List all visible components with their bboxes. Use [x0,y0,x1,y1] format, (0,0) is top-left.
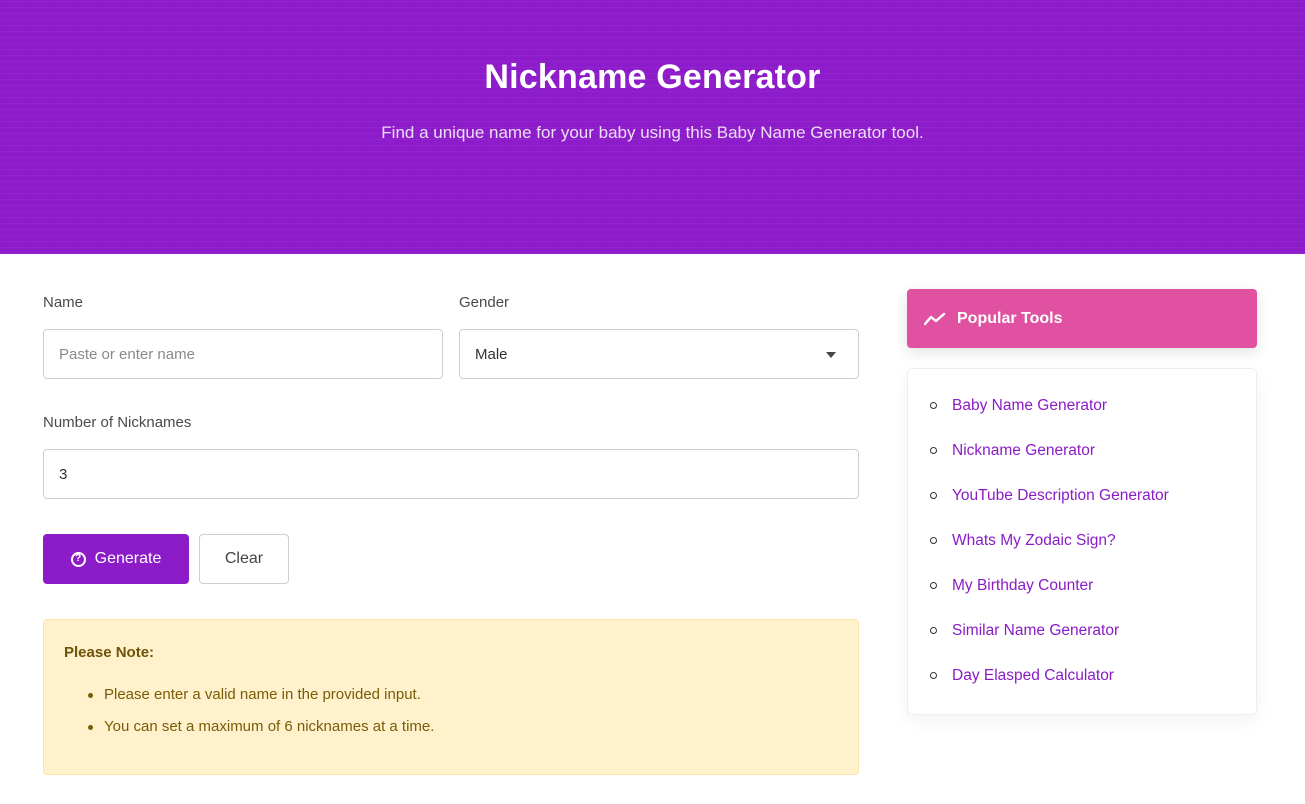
circle-bullet-icon [930,582,937,589]
circle-bullet-icon [930,492,937,499]
tool-link-similar-name-generator[interactable]: Similar Name Generator [952,619,1119,643]
tool-link-birthday-counter[interactable]: My Birthday Counter [952,574,1093,598]
note-item: You can set a maximum of 6 nicknames at … [88,716,434,748]
nickname-count-input[interactable]: 3 [43,449,859,499]
trending-line-icon [924,312,946,325]
gender-label: Gender [459,294,510,311]
name-input-placeholder: Paste or enter name [59,345,195,363]
popular-tools-list: Baby Name Generator Nickname Generator Y… [928,394,1169,709]
popular-tools-list-box: Baby Name Generator Nickname Generator Y… [907,368,1257,715]
list-item: Similar Name Generator [928,619,1169,664]
caret-down-icon [826,352,836,358]
note-box: Please Note: Please enter a valid name i… [43,619,859,775]
page-title: Nickname Generator [484,58,821,96]
note-list: Please enter a valid name in the provide… [88,684,434,748]
list-item: YouTube Description Generator [928,484,1169,529]
list-item: Whats My Zodaic Sign? [928,529,1169,574]
generate-button[interactable]: ? Generate [43,534,189,584]
generate-button-label: Generate [94,550,162,567]
name-input[interactable]: Paste or enter name [43,329,443,379]
nickname-count-value: 3 [59,465,68,483]
tool-link-zodiac-sign[interactable]: Whats My Zodaic Sign? [952,529,1116,553]
gender-select[interactable]: Male [459,329,859,379]
list-item: Baby Name Generator [928,394,1169,439]
help-circle-icon: ? [70,551,86,567]
list-item: My Birthday Counter [928,574,1169,619]
gender-selected-value: Male [475,345,508,363]
note-title: Please Note: [64,644,155,661]
list-item: Day Elasped Calculator [928,664,1169,709]
note-item: Please enter a valid name in the provide… [88,684,434,716]
name-label: Name [43,294,84,311]
count-label: Number of Nicknames [43,414,192,431]
hero-banner: Nickname Generator Find a unique name fo… [0,0,1305,254]
tool-link-baby-name-generator[interactable]: Baby Name Generator [952,394,1107,418]
circle-bullet-icon [930,627,937,634]
list-item: Nickname Generator [928,439,1169,484]
clear-button[interactable]: Clear [199,534,289,584]
page-subtitle: Find a unique name for your baby using t… [381,123,924,142]
tool-link-nickname-generator[interactable]: Nickname Generator [952,439,1095,463]
popular-tools-header: Popular Tools [907,289,1257,348]
circle-bullet-icon [930,447,937,454]
popular-tools-title: Popular Tools [957,309,1063,327]
clear-button-label: Clear [224,550,264,567]
tool-link-day-elapsed-calculator[interactable]: Day Elasped Calculator [952,664,1114,688]
circle-bullet-icon [930,537,937,544]
circle-bullet-icon [930,672,937,679]
tool-link-youtube-description-generator[interactable]: YouTube Description Generator [952,484,1169,508]
circle-bullet-icon [930,402,937,409]
